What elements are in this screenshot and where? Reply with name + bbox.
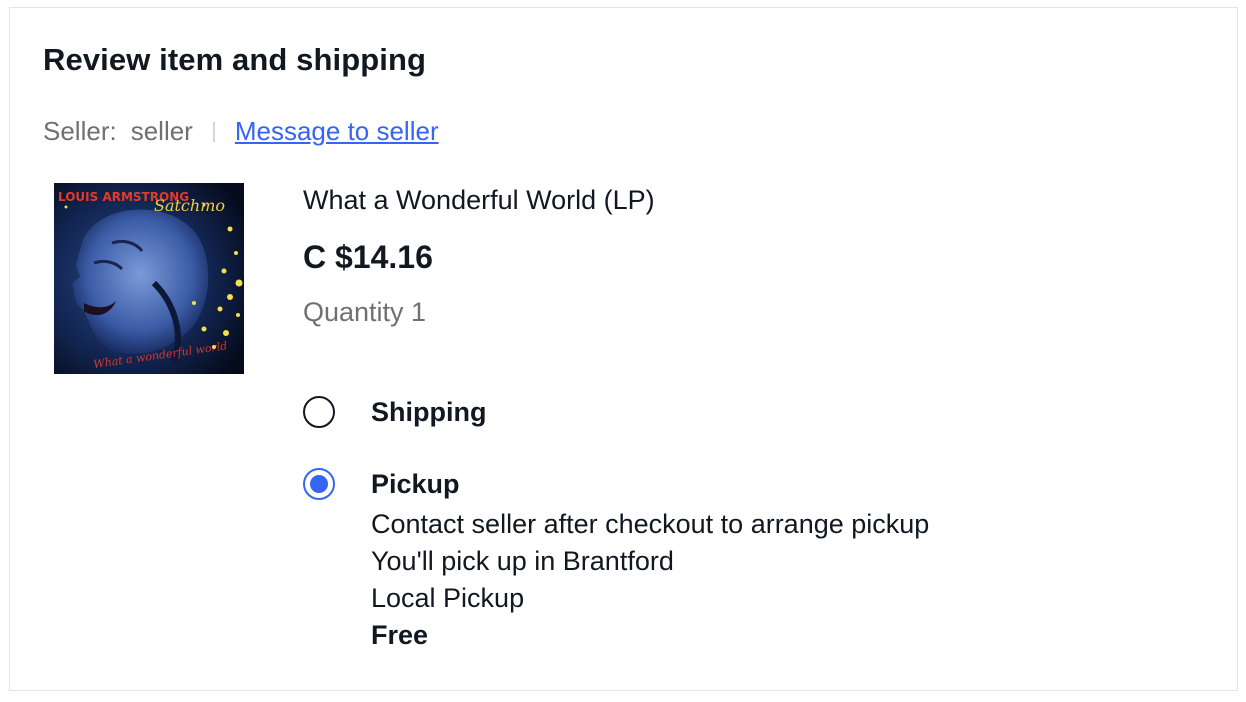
- pickup-location: You'll pick up in Brantford: [371, 546, 674, 576]
- pickup-option[interactable]: Pickup Contact seller after checkout to …: [303, 468, 929, 654]
- pickup-option-label: Pickup: [371, 469, 460, 499]
- seller-divider: [212, 121, 215, 142]
- album-cover-image: LOUIS ARMSTRONG Satchmo What a wonderful…: [54, 183, 244, 374]
- seller-name: seller: [130, 116, 193, 146]
- pickup-instructions: Contact seller after checkout to arrange…: [371, 509, 930, 539]
- shipping-option[interactable]: Shipping: [303, 396, 486, 428]
- seller-label: Seller:: [43, 116, 117, 146]
- pickup-cost: Free: [371, 620, 429, 650]
- shipping-option-label: Shipping: [371, 397, 487, 427]
- item-price: C $14.16: [303, 239, 433, 275]
- item-quantity: Quantity 1: [303, 297, 427, 327]
- pickup-radio[interactable]: [303, 468, 335, 500]
- shipping-radio[interactable]: [303, 396, 335, 428]
- review-item-card: Review item and shipping Seller: seller …: [9, 7, 1238, 691]
- album-cover-logo-text: Satchmo: [154, 196, 225, 215]
- item-thumbnail[interactable]: LOUIS ARMSTRONG Satchmo What a wonderful…: [54, 183, 244, 374]
- seller-row: Seller: seller Message to seller: [43, 116, 439, 147]
- pickup-method: Local Pickup: [371, 583, 525, 613]
- message-seller-link[interactable]: Message to seller: [235, 116, 439, 147]
- section-title: Review item and shipping: [43, 42, 427, 77]
- item-title[interactable]: What a Wonderful World (LP): [303, 185, 655, 216]
